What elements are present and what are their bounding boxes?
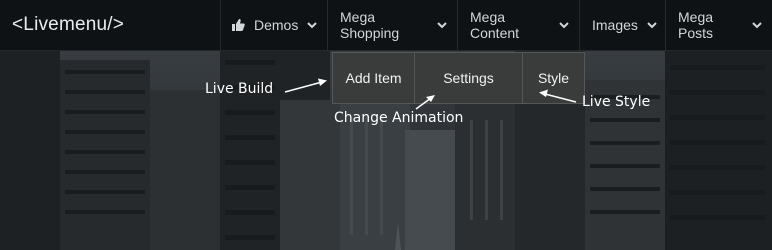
thumbs-up-icon [231,18,245,32]
chevron-down-icon [647,21,657,29]
main-menu: Demos Mega Shopping Mega Content Images … [220,0,772,50]
menu-item-label: Mega Content [470,9,520,41]
menu-item-label: Images [592,17,638,33]
chevron-down-icon [752,21,762,29]
menu-item-mega-content[interactable]: Mega Content [457,0,579,50]
brand-logo[interactable]: <Livemenu/> [0,14,211,36]
chevron-down-icon [559,21,569,29]
top-navbar: <Livemenu/> Demos Mega Shopping Mega Con… [0,0,772,51]
change-animation-annotation: Change Animation [334,110,464,126]
chevron-down-icon [437,21,447,29]
menu-item-mega-posts[interactable]: Mega Posts [665,0,772,50]
chevron-down-icon [307,21,318,29]
live-build-annotation: Live Build [205,81,274,97]
live-edit-panel: Add Item Settings Style [332,52,585,104]
menu-item-images[interactable]: Images [579,0,665,50]
add-item-button[interactable]: Add Item [333,53,415,103]
live-style-annotation: Live Style [582,94,651,110]
style-button[interactable]: Style [523,53,584,103]
settings-button[interactable]: Settings [415,53,523,103]
menu-item-label: Mega Posts [678,9,714,41]
menu-item-mega-shopping[interactable]: Mega Shopping [327,0,457,50]
menu-item-demos[interactable]: Demos [220,0,327,50]
menu-item-label: Demos [254,17,299,33]
menu-item-label: Mega Shopping [340,9,400,41]
